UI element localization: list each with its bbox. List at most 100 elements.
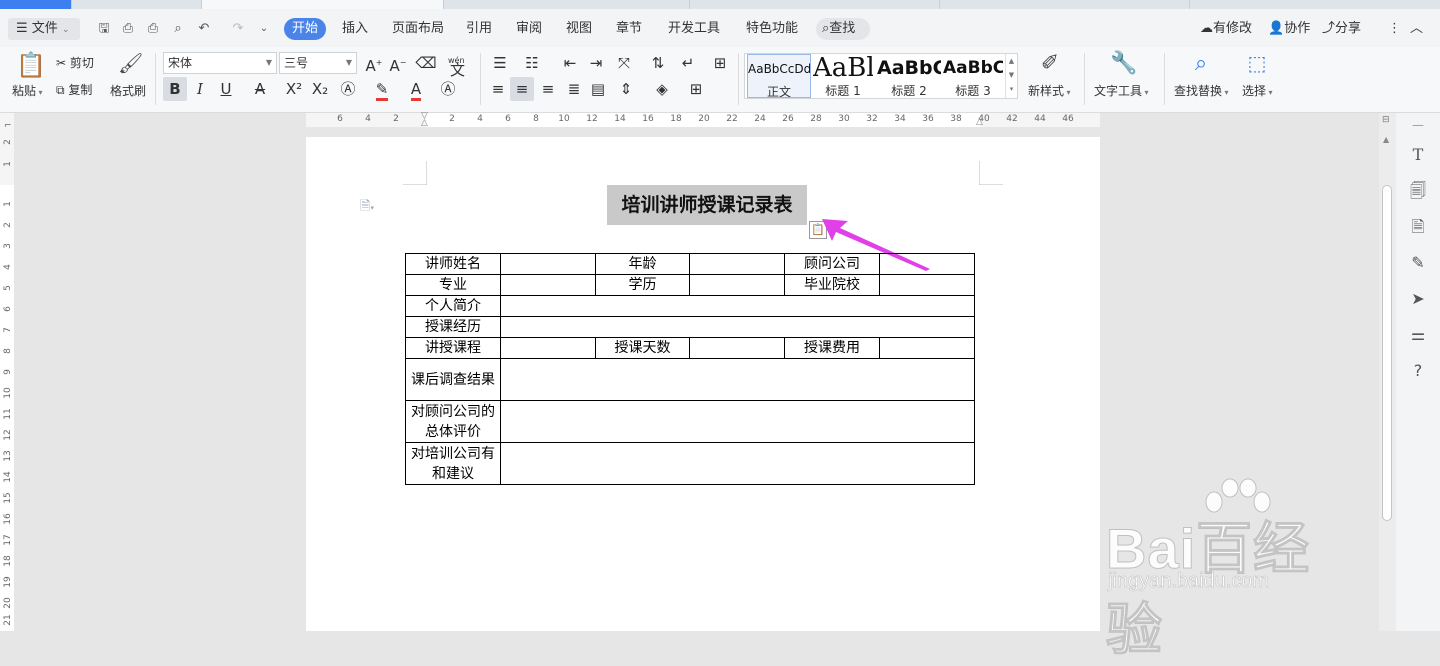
borders-icon[interactable]: ⊞: [684, 77, 708, 101]
tab-doc-active[interactable]: [202, 0, 444, 9]
tab-chapter[interactable]: 章节: [616, 18, 642, 40]
sliders-icon[interactable]: ⚌: [1408, 325, 1428, 345]
help-icon[interactable]: ?: [1408, 361, 1428, 381]
find-replace-icon[interactable]: ⌕: [1188, 53, 1214, 79]
table-cell[interactable]: 对培训公司有和建议: [405, 442, 501, 485]
tab-review[interactable]: 审阅: [516, 18, 542, 40]
table-cell[interactable]: [879, 274, 975, 296]
justify-icon[interactable]: ≣: [562, 77, 586, 101]
character-border-icon[interactable]: Ⓐ: [436, 77, 460, 101]
collapse-ribbon-icon[interactable]: ︿: [1410, 18, 1423, 40]
tab-page-layout[interactable]: 页面布局: [392, 18, 444, 40]
new-style-icon[interactable]: ✐: [1038, 53, 1062, 79]
table-cell[interactable]: 授课经历: [405, 316, 501, 338]
font-name-combo[interactable]: 宋体 ▼: [163, 52, 277, 74]
line-spacing-icon[interactable]: ⇕: [614, 77, 638, 101]
underline-icon[interactable]: U: [214, 77, 238, 101]
paragraph-layout-icon[interactable]: 🗎▾: [360, 197, 374, 219]
copy-button[interactable]: ⧉ 复制: [56, 81, 92, 98]
share-button[interactable]: ⤴分享: [1322, 18, 1361, 40]
text-tools-button[interactable]: 文字工具 ▾: [1094, 82, 1149, 99]
strikethrough-icon[interactable]: A: [248, 77, 272, 101]
print-preview-icon[interactable]: ⌕: [170, 21, 186, 37]
styles-scroll-icon[interactable]: ▲ ▼ ▾: [1005, 54, 1017, 98]
export-pdf-icon[interactable]: ⎙: [120, 21, 136, 37]
document-settings-icon[interactable]: 🗎: [1408, 217, 1428, 237]
document-title[interactable]: 培训讲师授课记录表: [607, 185, 807, 225]
table-cell[interactable]: [689, 337, 785, 359]
vertical-ruler[interactable]: ⌐ 2 1 1 2 3 4 5 6 7 8 9 10 11 12 13 14 1…: [0, 113, 14, 631]
table-cell[interactable]: [689, 253, 785, 275]
document-icon[interactable]: 🗐: [1408, 181, 1428, 201]
sidebar-handle-icon[interactable]: —: [1408, 115, 1428, 135]
search-command-button[interactable]: ⌕查找: [816, 18, 870, 40]
tab-doc-1[interactable]: [72, 0, 202, 9]
table-cell[interactable]: 讲授课程: [405, 337, 501, 359]
table-cell[interactable]: 课后调查结果: [405, 358, 501, 401]
chinese-layout-icon[interactable]: ⤧: [612, 51, 636, 75]
tab-home[interactable]: [0, 0, 72, 9]
vertical-scrollbar[interactable]: ⊟ ▲: [1379, 113, 1396, 631]
paste-button[interactable]: 粘贴 ▾: [12, 82, 43, 99]
pinyin-guide-button[interactable]: wén 文: [444, 49, 470, 79]
text-effect-icon[interactable]: Ⓐ: [336, 77, 360, 101]
table-cell[interactable]: [879, 253, 975, 275]
distributed-icon[interactable]: ▤: [586, 77, 610, 101]
find-replace-button[interactable]: 查找替换 ▾: [1174, 82, 1229, 99]
style-heading-1[interactable]: AaBl 标题 1: [813, 54, 873, 98]
table-cell[interactable]: [500, 274, 596, 296]
pen-icon[interactable]: ✎: [1408, 253, 1428, 273]
table-cell[interactable]: [500, 358, 975, 401]
table-cell[interactable]: [500, 253, 596, 275]
increase-indent-icon[interactable]: ⇥: [584, 51, 608, 75]
table-cell[interactable]: [689, 274, 785, 296]
file-menu-button[interactable]: ☰ 文件 ⌄: [8, 18, 80, 40]
right-indent-marker-icon[interactable]: △: [976, 117, 986, 127]
save-icon[interactable]: 🖫: [96, 21, 112, 37]
undo-icon[interactable]: ↶: [196, 21, 212, 37]
table-cell[interactable]: [500, 442, 975, 485]
cursor-icon[interactable]: ➤: [1408, 289, 1428, 309]
increase-font-size-icon[interactable]: A+: [362, 51, 386, 75]
table-cell[interactable]: 对顾问公司的总体评价: [405, 400, 501, 443]
indent-marker-icon[interactable]: ▽ △: [421, 112, 431, 128]
modified-status-button[interactable]: ☁有修改: [1200, 18, 1252, 40]
document-page[interactable]: 🗎▾ 培训讲师授课记录表 📋 讲师姓名 年龄 顾问公司 专业 学历 毕业院校 个…: [306, 137, 1100, 631]
select-icon[interactable]: ⬚: [1244, 53, 1270, 79]
table-cell[interactable]: 讲师姓名: [405, 253, 501, 275]
shading-icon[interactable]: ◈: [650, 77, 674, 101]
tab-stop-icon[interactable]: ⌐: [4, 121, 12, 131]
table-cell[interactable]: 毕业院校: [784, 274, 880, 296]
scroll-thumb[interactable]: [1382, 185, 1392, 521]
superscript-icon[interactable]: X²: [282, 77, 306, 101]
align-center-icon[interactable]: ≡: [510, 77, 534, 101]
highlight-color-icon[interactable]: ✎: [370, 77, 394, 101]
bold-icon[interactable]: B: [163, 77, 187, 101]
table-cell[interactable]: 专业: [405, 274, 501, 296]
table-cell[interactable]: [500, 316, 975, 338]
text-style-icon[interactable]: T: [1408, 145, 1428, 165]
table-grid-icon[interactable]: ⊞: [708, 51, 732, 75]
print-icon[interactable]: ⎙: [145, 21, 161, 37]
sort-icon[interactable]: ⇅: [646, 51, 670, 75]
table-cell[interactable]: [500, 337, 596, 359]
table-cell[interactable]: [500, 295, 975, 317]
table-cell[interactable]: 个人简介: [405, 295, 501, 317]
decrease-font-size-icon[interactable]: A−: [386, 51, 410, 75]
table-cell[interactable]: 授课天数: [595, 337, 690, 359]
style-normal[interactable]: AaBbCcDd 正文: [747, 54, 811, 98]
table-cell[interactable]: 学历: [595, 274, 690, 296]
clear-format-icon[interactable]: ⌫: [414, 51, 438, 75]
collaborate-button[interactable]: 👤协作: [1268, 18, 1310, 40]
align-left-icon[interactable]: ≡: [486, 77, 510, 101]
table-cell[interactable]: 授课费用: [784, 337, 880, 359]
numbered-list-icon[interactable]: ☷: [520, 51, 544, 75]
tab-start[interactable]: 开始: [284, 18, 326, 40]
tab-doc-5[interactable]: [940, 0, 1190, 9]
subscript-icon[interactable]: X₂: [308, 77, 332, 101]
table-cell[interactable]: 顾问公司: [784, 253, 880, 275]
style-heading-2[interactable]: AaBbC 标题 2: [877, 54, 941, 98]
format-painter-icon[interactable]: 🖌: [118, 53, 143, 77]
italic-icon[interactable]: I: [188, 77, 212, 101]
redo-icon[interactable]: ↷: [230, 21, 246, 37]
